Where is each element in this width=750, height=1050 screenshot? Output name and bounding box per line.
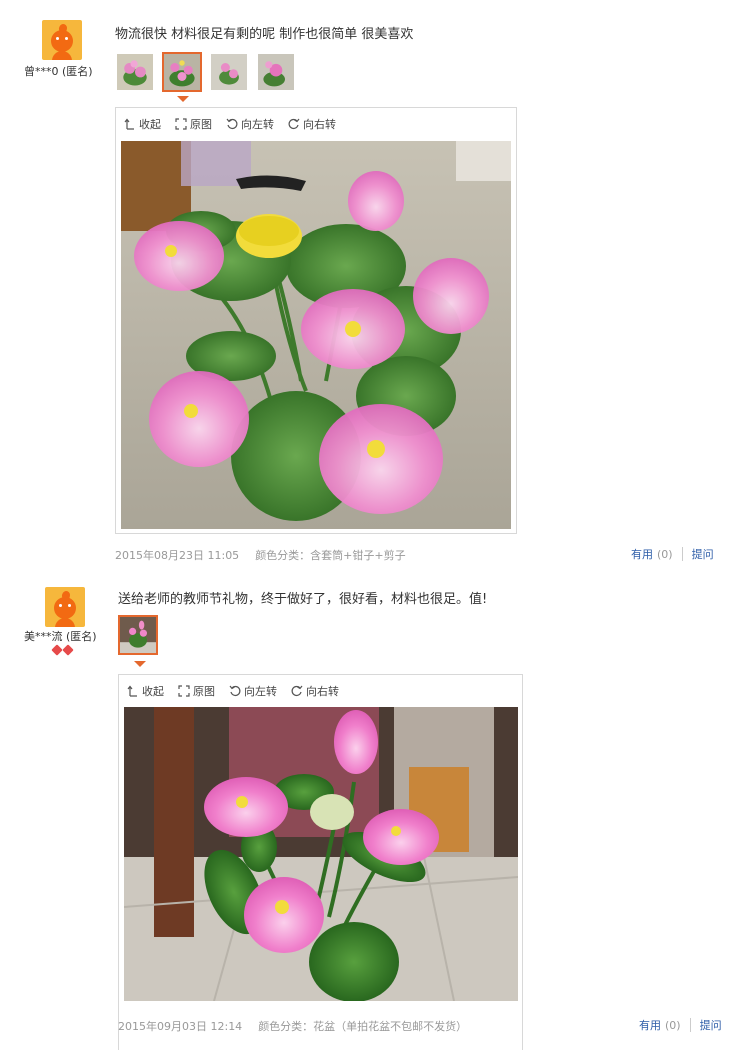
photo-thumbnail-active[interactable] [118, 615, 158, 655]
image-viewer: 收起 原图 向左转 向右转 [118, 674, 523, 1050]
ask-link[interactable]: 提问 [692, 546, 714, 562]
username: 美***流 (匿名) [24, 630, 97, 643]
rotate-left-button[interactable]: 向左转 [226, 116, 274, 132]
expand-icon [178, 685, 190, 697]
collapse-button[interactable]: 收起 [124, 116, 161, 132]
useful-count: (0) [657, 547, 673, 561]
rotate-right-button[interactable]: 向右转 [288, 116, 336, 132]
review-photo[interactable] [121, 141, 511, 529]
review-meta: 2015年08月23日 11:05 颜色分类：含套筒+钳子+剪子 [115, 547, 406, 563]
color-category: 颜色分类：花盆（单拍花盆不包邮不发货） [258, 1020, 468, 1033]
avatar-icon[interactable] [42, 20, 82, 60]
rotate-left-button[interactable]: 向左转 [229, 683, 277, 699]
viewer-toolbar: 收起 原图 向左转 向右转 [119, 675, 522, 707]
original-image-button[interactable]: 原图 [178, 683, 215, 699]
ask-link[interactable]: 提问 [700, 1017, 722, 1033]
review-item: 美***流 (匿名) 送给老师的教师节礼物，终于做好了，很好看，材料也很足。值!… [0, 570, 750, 1050]
photo-thumbnail[interactable] [256, 52, 296, 92]
review-text: 物流很快 材料很足有剩的呢 制作也很简单 很美喜欢 [115, 27, 414, 42]
collapse-label: 收起 [142, 685, 164, 698]
divider [689, 1018, 691, 1032]
review-actions: 有用 (0) 提问 [631, 546, 714, 562]
collapse-button[interactable]: 收起 [127, 683, 164, 699]
review-date: 2015年08月23日 11:05 [115, 549, 240, 562]
image-viewer: 收起 原图 向左转 向右转 [115, 107, 517, 534]
expand-icon [175, 118, 187, 130]
original-label: 原图 [190, 118, 212, 131]
rotate-right-button[interactable]: 向右转 [291, 683, 339, 699]
rotate-right-label: 向右转 [306, 685, 339, 698]
review-text: 送给老师的教师节礼物，终于做好了，很好看，材料也很足。值! [118, 592, 488, 607]
rotate-left-icon [229, 685, 241, 696]
rotate-left-icon [226, 118, 238, 129]
review-item: 曾***0 (匿名) 物流很快 材料很足有剩的呢 制作也很简单 很美喜欢 收起 … [0, 0, 750, 570]
collapse-arrow-icon [124, 118, 134, 130]
username: 曾***0 (匿名) [24, 65, 93, 78]
review-actions: 有用 (0) 提问 [639, 1017, 722, 1033]
photo-thumbnail[interactable] [115, 52, 155, 92]
review-photo[interactable] [124, 707, 518, 1001]
review-date: 2015年09月03日 12:14 [118, 1020, 243, 1033]
review-meta: 2015年09月03日 12:14 颜色分类：花盆（单拍花盆不包邮不发货） [118, 1018, 467, 1034]
diamond-medal-icon [52, 645, 76, 655]
thumbnail-strip [118, 615, 158, 655]
useful-link[interactable]: 有用 [631, 546, 653, 562]
useful-count: (0) [665, 1018, 681, 1032]
collapse-label: 收起 [139, 118, 161, 131]
useful-link[interactable]: 有用 [639, 1017, 661, 1033]
rotate-left-label: 向左转 [244, 685, 277, 698]
divider [681, 547, 683, 561]
photo-thumbnail[interactable] [209, 52, 249, 92]
original-image-button[interactable]: 原图 [175, 116, 212, 132]
rotate-right-label: 向右转 [303, 118, 336, 131]
rotate-right-icon [288, 118, 300, 129]
original-label: 原图 [193, 685, 215, 698]
viewer-toolbar: 收起 原图 向左转 向右转 [116, 108, 516, 140]
color-category: 颜色分类：含套筒+钳子+剪子 [255, 549, 406, 562]
collapse-arrow-icon [127, 685, 137, 697]
thumbnail-strip [115, 52, 296, 92]
avatar-icon[interactable] [45, 587, 85, 627]
active-pointer [134, 661, 146, 667]
photo-thumbnail-active[interactable] [162, 52, 202, 92]
rotate-right-icon [291, 685, 303, 696]
active-pointer [177, 96, 189, 102]
rotate-left-label: 向左转 [241, 118, 274, 131]
